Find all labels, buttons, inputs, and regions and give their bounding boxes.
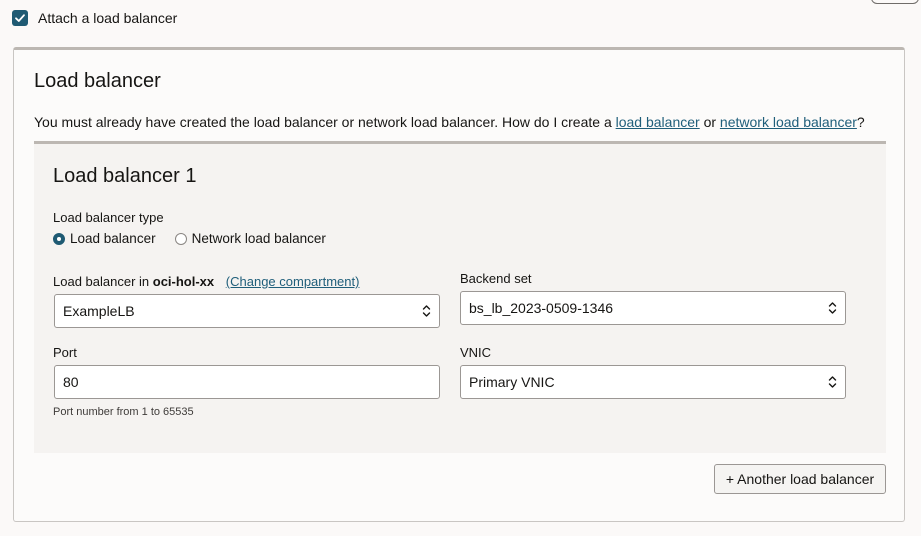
- add-another-load-balancer-button[interactable]: + Another load balancer: [714, 464, 886, 494]
- radio-label: Load balancer: [70, 231, 156, 246]
- radio-option-load-balancer[interactable]: Load balancer: [53, 231, 156, 246]
- lb-type-radio-group: Load balancer Network load balancer: [53, 231, 345, 246]
- backend-set-label: Backend set: [460, 271, 532, 286]
- select-value: bs_lb_2023-0509-1346: [469, 300, 614, 316]
- check-icon: [15, 14, 25, 22]
- clipped-button[interactable]: [871, 0, 919, 4]
- load-balancer-select[interactable]: ExampleLB: [54, 294, 440, 328]
- page: Attach a load balancer Load balancer You…: [0, 0, 921, 536]
- select-value: ExampleLB: [63, 303, 135, 319]
- input-value: 80: [63, 374, 79, 390]
- panel-description: You must already have created the load b…: [34, 114, 865, 130]
- load-balancer-help-link[interactable]: load balancer: [616, 114, 700, 130]
- lb-in-text: Load balancer in: [53, 274, 153, 289]
- attach-load-balancer-row[interactable]: Attach a load balancer: [12, 10, 177, 26]
- port-help-text: Port number from 1 to 65535: [53, 406, 194, 418]
- description-text: You must already have created the load b…: [34, 114, 616, 130]
- lb-type-label: Load balancer type: [53, 210, 164, 225]
- select-value: Primary VNIC: [469, 374, 555, 390]
- card-title: Load balancer 1: [53, 165, 197, 187]
- compartment-name: oci-hol-xx: [152, 274, 215, 289]
- panel-title: Load balancer: [34, 70, 161, 92]
- description-or: or: [699, 114, 720, 130]
- network-load-balancer-help-link[interactable]: network load balancer: [720, 114, 857, 130]
- chevron-updown-icon: [422, 305, 431, 317]
- radio-unselected-icon[interactable]: [174, 232, 187, 245]
- vnic-label: VNIC: [460, 345, 492, 360]
- chevron-updown-icon: [828, 302, 837, 314]
- change-compartment-link[interactable]: (Change compartment): [226, 274, 360, 289]
- port-label: Port: [53, 345, 77, 360]
- attach-checkbox[interactable]: [12, 10, 28, 26]
- radio-option-network-load-balancer[interactable]: Network load balancer: [174, 231, 326, 246]
- load-balancer-panel: Load balancer You must already have crea…: [13, 47, 905, 522]
- backend-set-select[interactable]: bs_lb_2023-0509-1346: [460, 291, 846, 325]
- load-balancer-card: Load balancer 1 Load balancer type Load …: [34, 141, 886, 453]
- description-suffix: ?: [856, 114, 865, 130]
- lb-compartment-label: Load balancer in oci-hol-xx (Change comp…: [53, 274, 359, 289]
- port-input[interactable]: 80: [54, 365, 440, 399]
- radio-selected-icon[interactable]: [53, 232, 65, 245]
- attach-label: Attach a load balancer: [38, 10, 178, 26]
- vnic-select[interactable]: Primary VNIC: [460, 365, 846, 399]
- chevron-updown-icon: [828, 376, 837, 388]
- radio-label: Network load balancer: [191, 231, 326, 246]
